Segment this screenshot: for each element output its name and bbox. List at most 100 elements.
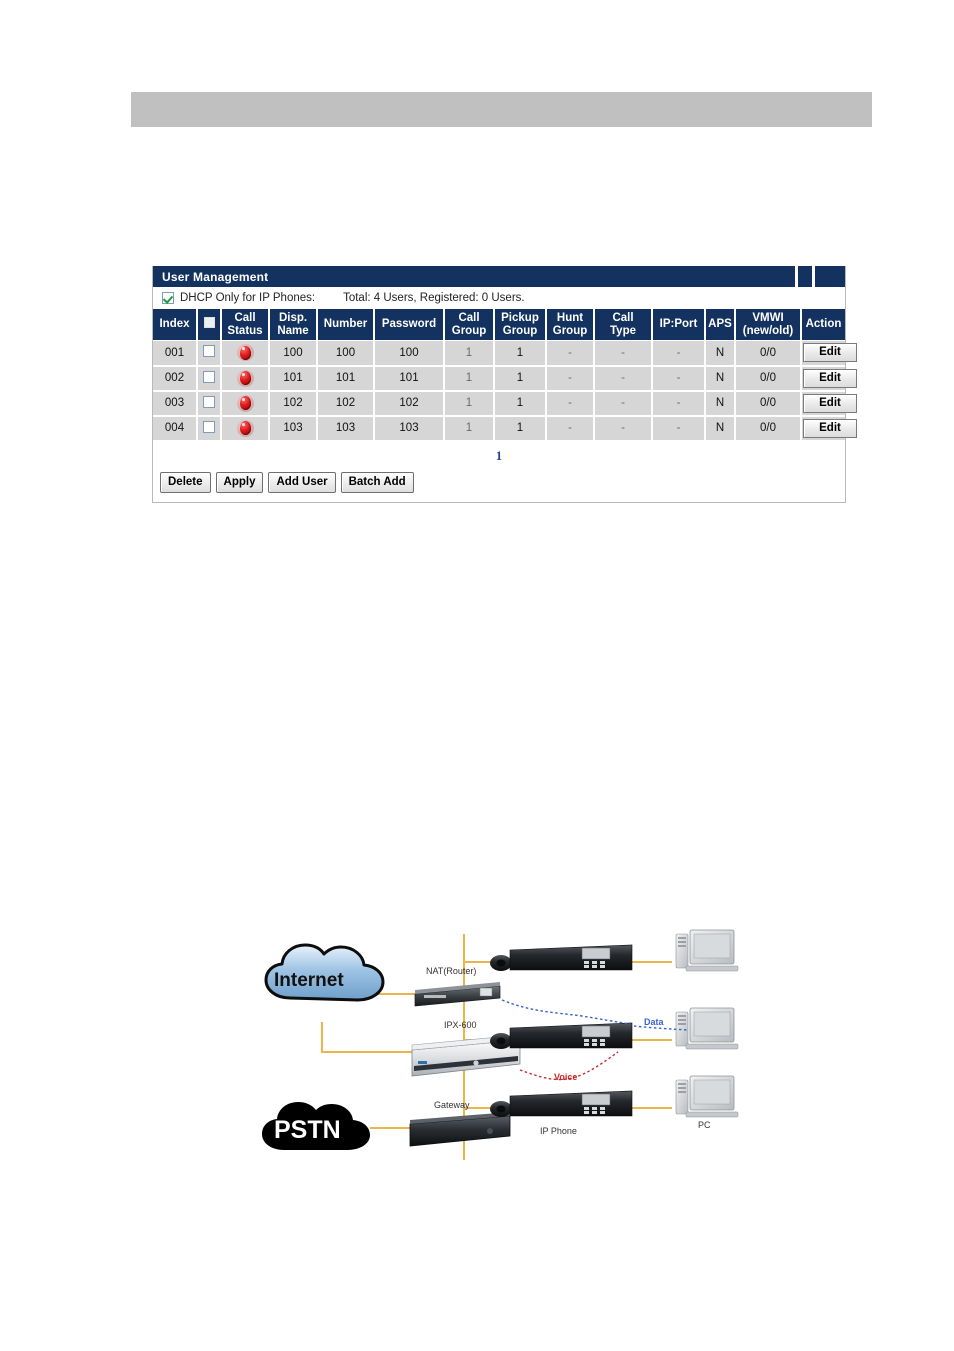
row-checkbox[interactable] [203,345,215,358]
edit-button[interactable]: Edit [803,418,857,438]
cell-number: 100 [317,340,375,367]
cell-select [197,365,222,392]
row-checkbox[interactable] [203,395,215,408]
cell-vmwi: 0/0 [735,415,802,442]
row-checkbox[interactable] [203,370,215,383]
nat-router-icon [414,982,501,1007]
cell-disp-name: 103 [269,415,318,442]
cell-call-group: 1 [444,390,495,417]
batch-add-button[interactable]: Batch Add [340,471,414,493]
cell-call-status [221,415,270,442]
minimize-box-icon[interactable] [781,266,795,287]
cell-action: Edit [801,365,857,392]
select-all-checkbox[interactable] [203,317,215,329]
col-ip-port: IP:Port [652,309,706,341]
ipx-600-label: IPX-600 [444,1020,477,1030]
ip-phone-icon [490,1090,633,1117]
cell-call-type: - [594,365,653,392]
pc-icon [675,929,739,972]
cell-call-type: - [594,415,653,442]
user-totals-text: Total: 4 Users, Registered: 0 Users. [343,291,525,304]
maximize-box-icon[interactable] [798,266,812,287]
delete-button[interactable]: Delete [160,471,211,493]
cell-pickup-group: 1 [494,340,547,367]
row-checkbox[interactable] [203,420,215,433]
cell-hunt-group: - [546,365,595,392]
cell-pickup-group: 1 [494,390,547,417]
window-controls [781,266,845,287]
user-table-body: 001 100 100 100 1 1 - - - N 0/0 Edit 002… [153,340,857,442]
cell-number: 102 [317,390,375,417]
cell-aps: N [705,340,736,367]
edit-button[interactable]: Edit [803,343,857,363]
panel-titlebar: User Management [153,266,845,287]
add-user-button[interactable]: Add User [268,471,336,493]
cell-action: Edit [801,340,857,367]
cell-password: 101 [374,365,445,392]
dhcp-only-checkbox[interactable] [162,291,174,304]
pstn-cloud-label: PSTN [274,1116,341,1144]
data-link-label: Data [644,1017,665,1027]
table-header-row: Index Call Status Disp. Name Number Pass… [153,309,845,341]
internet-cloud-label: Internet [274,970,344,991]
cell-vmwi: 0/0 [735,340,802,367]
col-number: Number [317,309,375,341]
cell-call-status [221,390,270,417]
table-row: 002 101 101 101 1 1 - - - N 0/0 Edit [153,365,857,392]
cell-hunt-group: - [546,415,595,442]
cell-vmwi: 0/0 [735,365,802,392]
ip-phone-label: IP Phone [540,1126,577,1136]
edit-button[interactable]: Edit [803,368,857,388]
col-aps: APS [705,309,736,341]
pc-label: PC [698,1120,711,1130]
ip-phone-icon [490,944,633,971]
cell-ip-port: - [652,340,706,367]
cell-index: 003 [153,390,198,417]
call-status-offline-icon [236,394,254,412]
cell-hunt-group: - [546,390,595,417]
cell-call-status [221,365,270,392]
page-number-1[interactable]: 1 [496,449,502,463]
cell-ip-port: - [652,415,706,442]
dhcp-only-label: DHCP Only for IP Phones: [180,291,316,304]
dhcp-info-row: DHCP Only for IP Phones: Total: 4 Users,… [153,287,845,309]
pc-icon [675,1007,739,1050]
user-management-panel: User Management DHCP Only for IP Phones:… [152,266,857,503]
cell-call-group: 1 [444,365,495,392]
gateway-label: Gateway [434,1100,470,1110]
cell-password: 103 [374,415,445,442]
close-box-icon[interactable] [815,266,845,287]
apply-button[interactable]: Apply [215,471,264,493]
cell-ip-port: - [652,390,706,417]
cell-select [197,390,222,417]
col-call-group: Call Group [444,309,495,341]
network-topology-diagram: Internet PSTN NAT(Router) IPX-600 Gatewa… [252,912,752,1172]
col-action: Action [801,309,845,341]
data-path [501,999,631,1025]
cell-number: 103 [317,415,375,442]
ip-phone-icon [490,1022,633,1049]
cell-call-group: 1 [444,415,495,442]
cell-call-type: - [594,340,653,367]
call-status-offline-icon [236,344,254,362]
pc-icon [675,1075,739,1118]
cell-ip-port: - [652,365,706,392]
panel-title: User Management [162,269,269,284]
call-status-offline-icon [236,419,254,437]
cell-password: 100 [374,340,445,367]
cell-call-type: - [594,390,653,417]
col-hunt-group: Hunt Group [546,309,595,341]
user-table: Index Call Status Disp. Name Number Pass… [153,309,857,442]
col-pickup-group: Pickup Group [494,309,547,341]
cell-select [197,415,222,442]
col-disp-name: Disp. Name [269,309,318,341]
edit-button[interactable]: Edit [803,393,857,413]
col-call-type: Call Type [594,309,653,341]
cell-action: Edit [801,415,857,442]
cell-number: 101 [317,365,375,392]
col-select-all [197,309,222,341]
cell-disp-name: 101 [269,365,318,392]
voice-link-label: Voice [554,1072,577,1082]
cell-aps: N [705,415,736,442]
cell-pickup-group: 1 [494,415,547,442]
